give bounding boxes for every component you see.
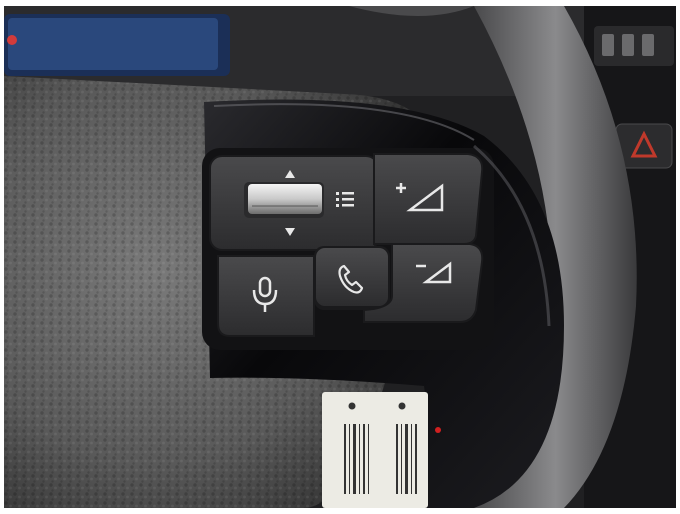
instrument-cluster [4,14,230,76]
warning-light-icon [7,35,17,45]
hanging-tag [322,392,441,508]
scroll-wheel[interactable] [244,182,324,218]
steering-wheel-scene [4,6,676,508]
voice-command-button[interactable] [217,255,315,337]
scroll-wheel-panel[interactable] [209,155,379,251]
volume-up-button[interactable] [373,153,484,245]
phone-button[interactable] [314,246,390,310]
hazard-button[interactable] [615,123,673,169]
steering-wheel-photo [4,6,676,508]
list-icon [336,192,354,207]
